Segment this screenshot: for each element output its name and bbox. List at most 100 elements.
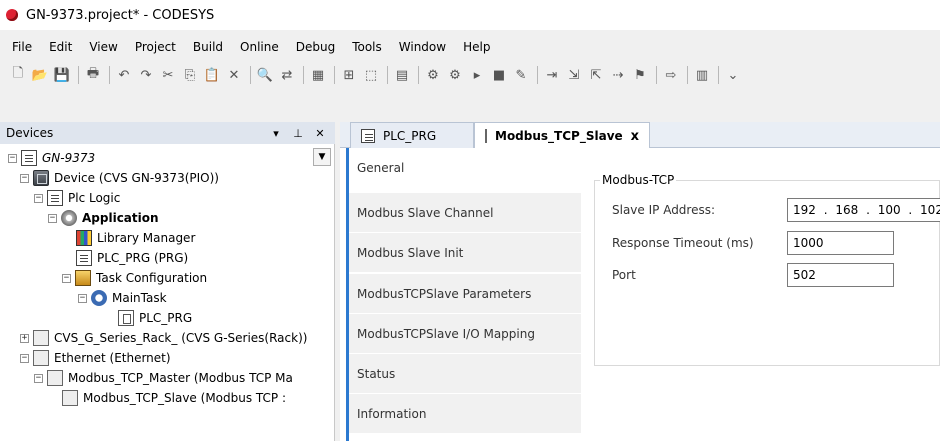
slave-ip-input[interactable]: 192 . 168 . 100 . 102 bbox=[787, 198, 940, 222]
project-icon bbox=[21, 150, 37, 166]
open-folder-icon[interactable]: 📂 bbox=[32, 67, 48, 83]
print-icon[interactable]: 🖶 bbox=[85, 66, 101, 83]
modbus-slave-icon bbox=[62, 390, 78, 406]
tree-node-device[interactable]: − Device (CVS GN-9373(PIO)) bbox=[20, 168, 219, 188]
application-icon bbox=[61, 210, 77, 226]
menu-edit[interactable]: Edit bbox=[49, 40, 72, 54]
title-bar: GN-9373.project* - CODESYS bbox=[0, 0, 940, 30]
tab-label: Modbus_TCP_Slave bbox=[495, 129, 623, 143]
modbus-master-icon bbox=[47, 370, 63, 386]
collapse-icon[interactable]: − bbox=[8, 153, 17, 163]
tree-node-label: PLC_PRG (PRG) bbox=[97, 251, 189, 265]
tree-node-label: Ethernet (Ethernet) bbox=[54, 351, 171, 365]
build-icon[interactable]: ▤ bbox=[394, 67, 410, 83]
breakpoint-icon[interactable]: ⚑ bbox=[632, 67, 648, 83]
toolbar-separator bbox=[303, 66, 304, 84]
tab-modbus-tcp-slave[interactable]: Modbus_TCP_Slave x bbox=[474, 122, 650, 149]
nav-modbus-slave-init[interactable]: Modbus Slave Init bbox=[349, 233, 581, 273]
toolbar-separator bbox=[656, 66, 657, 84]
tab-plc-prg[interactable]: PLC_PRG bbox=[350, 122, 474, 148]
logout-icon[interactable]: ⚙ bbox=[447, 67, 463, 83]
nav-status[interactable]: Status bbox=[349, 354, 581, 394]
panel-pin-icon[interactable]: ⊥ bbox=[291, 127, 305, 140]
tree-node-label: MainTask bbox=[112, 291, 167, 305]
step-out-icon[interactable]: ⇱ bbox=[588, 67, 604, 83]
run-icon[interactable]: ▸ bbox=[469, 67, 485, 83]
editor-tab-strip: PLC_PRG Modbus_TCP_Slave x bbox=[340, 122, 940, 149]
port-input[interactable]: 502 bbox=[787, 263, 894, 287]
tree-node-label: Plc Logic bbox=[68, 191, 121, 205]
new-file-icon[interactable]: 🗋 bbox=[10, 66, 26, 83]
tree-node-label: CVS_G_Series_Rack_ (CVS G-Series(Rack)) bbox=[54, 331, 308, 345]
tree-node-task-plc-prg[interactable]: PLC_PRG bbox=[118, 308, 192, 328]
add-device-icon[interactable]: ⊞ bbox=[341, 67, 357, 83]
codesys-app-icon bbox=[6, 9, 18, 21]
menu-project[interactable]: Project bbox=[135, 40, 176, 54]
collapse-icon[interactable]: − bbox=[48, 213, 57, 223]
select-all-icon[interactable]: ▦ bbox=[310, 67, 326, 83]
menu-build[interactable]: Build bbox=[193, 40, 223, 54]
login-icon[interactable]: ⚙ bbox=[425, 67, 441, 83]
response-timeout-input[interactable]: 1000 bbox=[787, 231, 894, 255]
collapse-icon[interactable]: − bbox=[34, 373, 43, 383]
tree-node-library-manager[interactable]: Library Manager bbox=[76, 228, 195, 248]
insert-object-icon[interactable]: ⬚ bbox=[363, 67, 379, 83]
collapse-icon[interactable]: − bbox=[62, 273, 71, 283]
toolbar-separator bbox=[109, 66, 110, 84]
nav-modbustcpslave-io-mapping[interactable]: ModbusTCPSlave I/O Mapping bbox=[349, 314, 581, 354]
panel-close-icon[interactable]: ✕ bbox=[313, 127, 327, 140]
tree-node-plc-logic[interactable]: − Plc Logic bbox=[34, 188, 120, 208]
editor-nav-list: General Modbus Slave Channel Modbus Slav… bbox=[346, 148, 581, 441]
tree-node-plc-prg[interactable]: PLC_PRG (PRG) bbox=[76, 248, 188, 268]
tree-node-g-series-rack[interactable]: + CVS_G_Series_Rack_ (CVS G-Series(Rack)… bbox=[20, 328, 307, 348]
paste-icon[interactable]: 📋 bbox=[204, 67, 220, 83]
tree-dropdown-icon[interactable]: ▼ bbox=[313, 148, 331, 166]
collapse-icon[interactable]: − bbox=[34, 193, 43, 203]
nav-modbus-slave-channel[interactable]: Modbus Slave Channel bbox=[349, 193, 581, 233]
menu-tools[interactable]: Tools bbox=[352, 40, 382, 54]
replace-icon[interactable]: ⇄ bbox=[279, 67, 295, 83]
toolbar-separator bbox=[387, 66, 388, 84]
stop-icon[interactable]: ■ bbox=[491, 67, 507, 83]
tree-node-label: Library Manager bbox=[97, 231, 196, 245]
undo-icon[interactable]: ↶ bbox=[116, 67, 132, 83]
save-icon[interactable]: 💾 bbox=[54, 67, 70, 83]
tree-node-label: Application bbox=[82, 211, 159, 225]
force-values-icon[interactable]: ▥ bbox=[694, 67, 710, 83]
tree-node-maintask[interactable]: − MainTask bbox=[78, 288, 167, 308]
menu-file[interactable]: File bbox=[12, 40, 32, 54]
tree-node-project[interactable]: − GN-9373 bbox=[8, 148, 95, 168]
collapse-icon[interactable]: − bbox=[78, 293, 87, 303]
run-to-cursor-icon[interactable]: ⇢ bbox=[610, 67, 626, 83]
show-current-statement-icon[interactable]: ⇨ bbox=[663, 67, 679, 83]
collapse-icon[interactable]: − bbox=[20, 353, 29, 363]
tree-node-modbus-tcp-master[interactable]: − Modbus_TCP_Master (Modbus TCP Ma bbox=[34, 368, 293, 388]
tree-node-application[interactable]: − Application bbox=[48, 208, 159, 228]
tree-node-modbus-tcp-slave[interactable]: Modbus_TCP_Slave (Modbus TCP : bbox=[62, 388, 286, 408]
collapse-icon[interactable]: − bbox=[20, 173, 29, 183]
tree-node-task-configuration[interactable]: − Task Configuration bbox=[62, 268, 207, 288]
panel-dropdown-icon[interactable]: ▾ bbox=[269, 127, 283, 140]
close-tab-icon[interactable]: x bbox=[631, 129, 639, 144]
nav-information[interactable]: Information bbox=[349, 394, 581, 434]
cut-icon[interactable]: ✂ bbox=[160, 67, 176, 83]
find-icon[interactable]: 🔍 bbox=[257, 67, 273, 83]
delete-icon[interactable]: ✕ bbox=[226, 67, 242, 83]
toolbar-options-icon[interactable]: ⌄ bbox=[725, 67, 741, 83]
expand-icon[interactable]: + bbox=[20, 333, 29, 343]
menu-online[interactable]: Online bbox=[240, 40, 279, 54]
step-into-icon[interactable]: ⇲ bbox=[566, 67, 582, 83]
reset-icon[interactable]: ✎ bbox=[513, 67, 529, 83]
nav-general[interactable]: General bbox=[349, 148, 581, 188]
menu-help[interactable]: Help bbox=[463, 40, 490, 54]
menu-debug[interactable]: Debug bbox=[296, 40, 335, 54]
nav-modbustcpslave-parameters[interactable]: ModbusTCPSlave Parameters bbox=[349, 274, 581, 314]
menu-window[interactable]: Window bbox=[399, 40, 446, 54]
copy-icon[interactable]: ⎘ bbox=[182, 67, 198, 83]
toolbar-separator bbox=[687, 66, 688, 84]
step-over-icon[interactable]: ⇥ bbox=[544, 67, 560, 83]
redo-icon[interactable]: ↷ bbox=[138, 67, 154, 83]
menu-view[interactable]: View bbox=[89, 40, 117, 54]
toolbar: 🗋 📂 💾 🖶 ↶ ↷ ✂ ⎘ 📋 ✕ 🔍 ⇄ ▦ ⊞ ⬚ ▤ ⚙ ⚙ ▸ ■ … bbox=[0, 60, 940, 90]
tree-node-ethernet[interactable]: − Ethernet (Ethernet) bbox=[20, 348, 171, 368]
